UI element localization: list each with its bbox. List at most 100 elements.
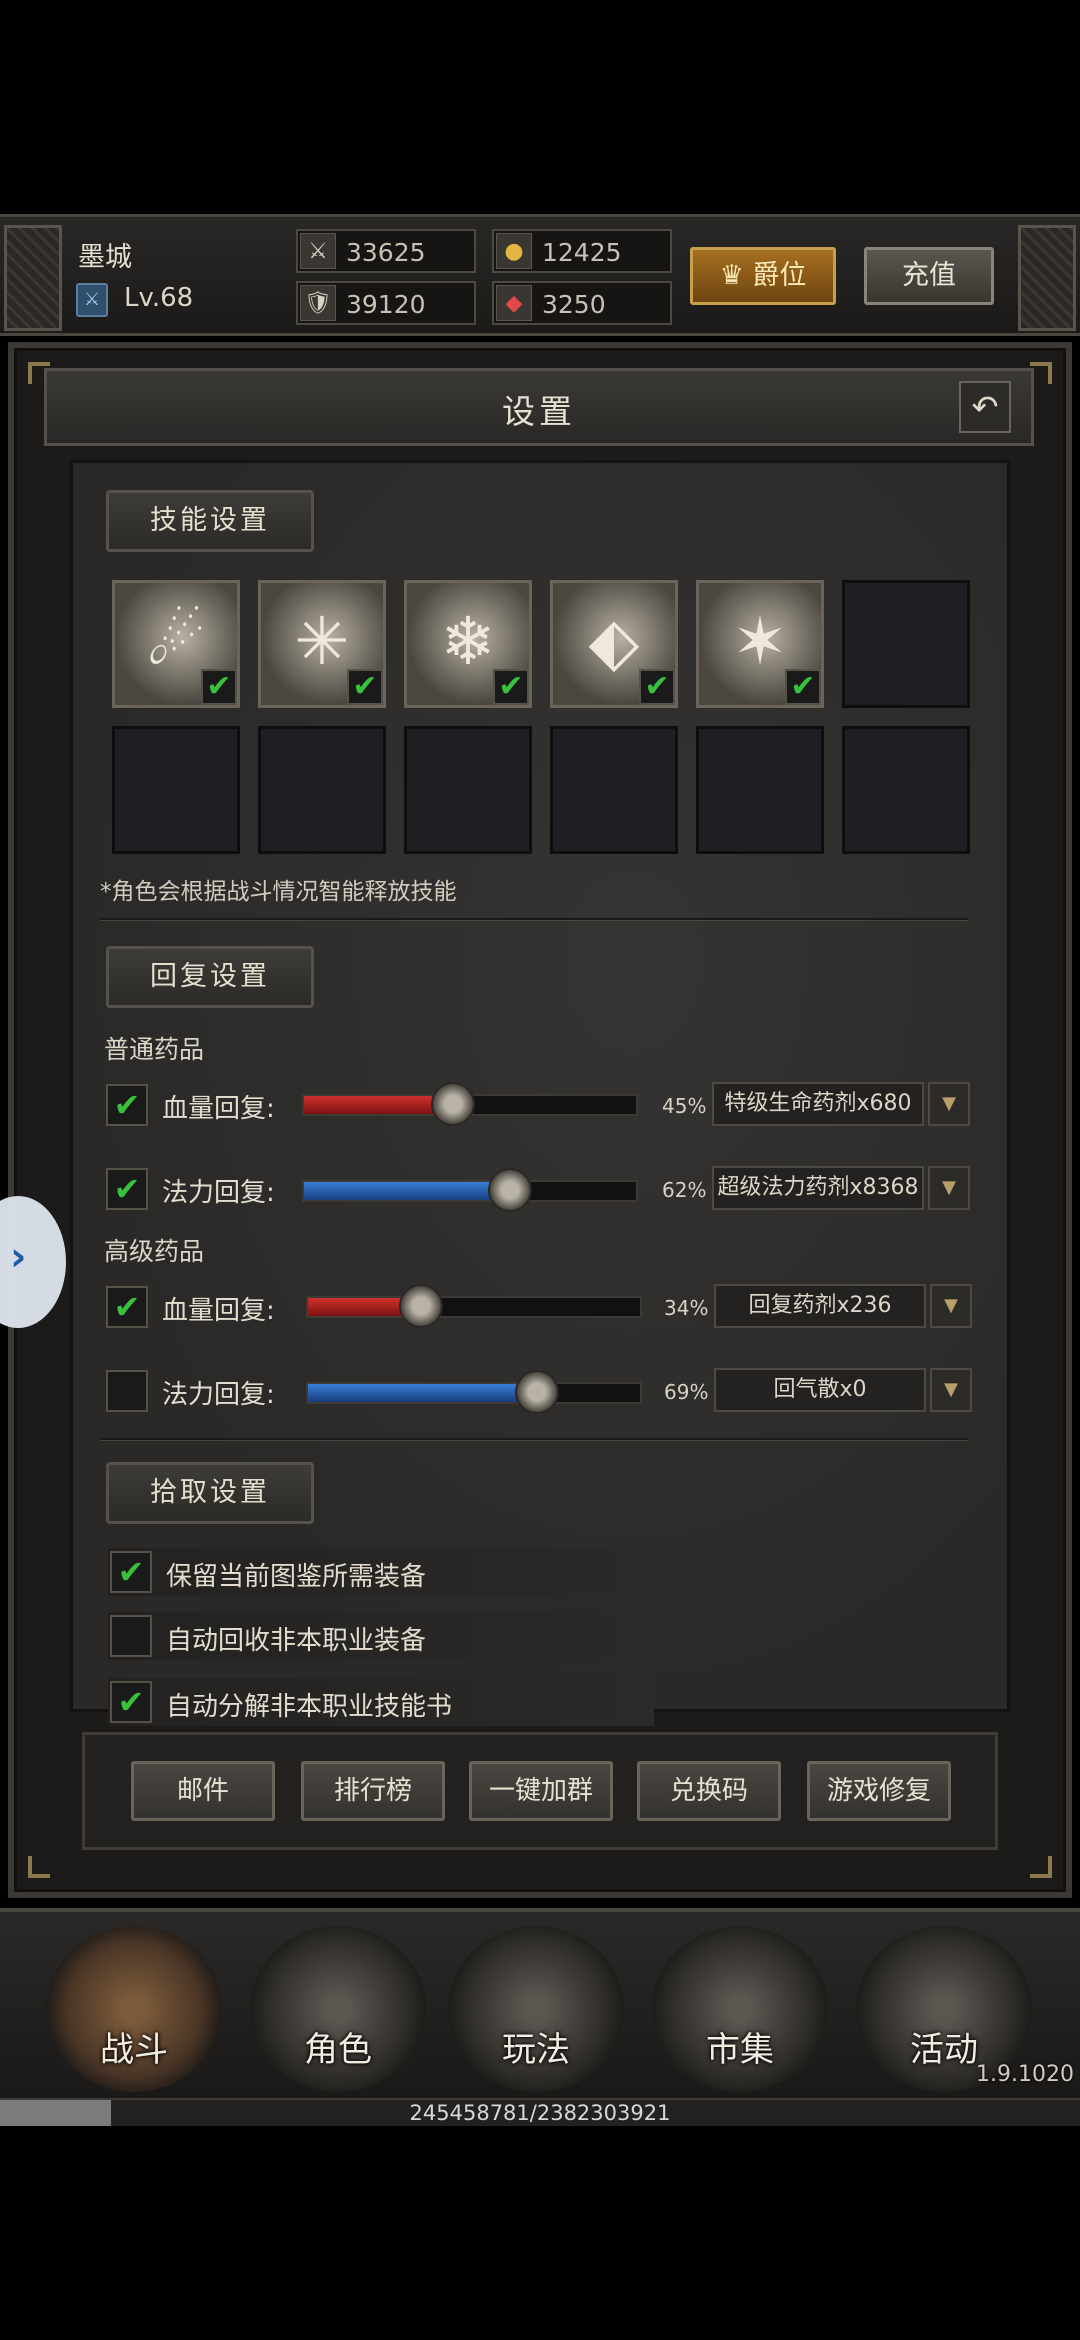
pickup-option-3[interactable]: ✔ 自动分解非本职业技能书 [108,1678,654,1726]
hp-normal-checkbox[interactable]: ✔ [106,1084,148,1126]
mp-normal-slider[interactable] [302,1168,638,1212]
mp-advanced-potion-select[interactable]: 回气散x0 [714,1368,926,1412]
game-repair-button[interactable]: 游戏修复 [807,1761,951,1821]
hp-advanced-percent: 34% [664,1296,709,1320]
leaderboard-button[interactable]: 排行榜 [301,1761,445,1821]
swords-icon: ⚔ [300,233,336,269]
chevron-right-icon: › [10,1234,27,1280]
gem-value: 3250 [542,290,606,319]
armor-icon: 🛡 [300,285,336,321]
back-button[interactable]: ↶ [959,381,1011,433]
nav-market[interactable]: 市集 [652,1926,828,2092]
skill-slot-7[interactable] [112,726,240,854]
pickup-option-3-checkbox[interactable]: ✔ [110,1681,152,1723]
mail-button[interactable]: 邮件 [131,1761,275,1821]
mp-advanced-knob[interactable] [515,1370,560,1414]
pickup-option-2-checkbox[interactable]: ✔ [110,1615,152,1657]
chevron-down-icon[interactable]: ▼ [930,1368,972,1412]
skill-slot-10[interactable] [550,726,678,854]
skill-slot-2-checkbox[interactable]: ✔ [347,669,383,705]
mp-normal-percent: 62% [662,1178,707,1202]
nav-character-label: 角色 [304,2030,372,2070]
skill-slot-12[interactable] [842,726,970,854]
mp-normal-potion-select[interactable]: 超级法力药剂x8368 [712,1166,924,1210]
skill-slot-1[interactable]: ☄ ✔ [112,580,240,708]
pickup-option-1[interactable]: ✔ 保留当前图鉴所需装备 [108,1548,654,1596]
pickup-option-1-checkbox[interactable]: ✔ [110,1551,152,1593]
panel-corner [28,1856,50,1878]
mp-advanced-checkbox[interactable]: ✔ [106,1370,148,1412]
hp-normal-potion-select[interactable]: 特级生命药剂x680 [712,1082,924,1126]
skill-settings-header: 技能设置 [106,490,314,552]
pickup-option-3-label: 自动分解非本职业技能书 [166,1692,453,1722]
hp-normal-percent: 45% [662,1094,707,1118]
experience-bar: 245458781/2382303921 [0,2098,1080,2126]
settings-action-bar: 邮件 排行榜 一键加群 兑换码 游戏修复 [82,1732,998,1850]
gem-icon: ◆ [496,285,532,321]
section-divider [100,918,968,921]
hp-normal-slider[interactable] [302,1082,638,1126]
gold-coin-icon: ● [496,233,532,269]
skill-slot-5[interactable]: ✶ ✔ [696,580,824,708]
chevron-down-icon[interactable]: ▼ [928,1166,970,1210]
hp-advanced-potion-select[interactable]: 回复药剂x236 [714,1284,926,1328]
advanced-potions-title: 高级药品 [104,1237,205,1266]
skill-slot-3[interactable]: ❄ ✔ [404,580,532,708]
version-label: 1.9.1020 [976,2062,1074,2087]
redeem-code-button[interactable]: 兑换码 [637,1761,781,1821]
pickup-option-1-label: 保留当前图鉴所需装备 [166,1562,427,1592]
normal-potions-title: 普通药品 [104,1035,205,1064]
nav-battle[interactable]: 战斗 [46,1926,222,2092]
skill-slot-3-checkbox[interactable]: ✔ [493,669,529,705]
skill-slot-6[interactable] [842,580,970,708]
settings-title: 设置 [502,392,576,431]
nav-gameplay[interactable]: 玩法 [448,1926,624,2092]
skill-slot-11[interactable] [696,726,824,854]
mp-normal-checkbox[interactable]: ✔ [106,1168,148,1210]
skill-slot-4-checkbox[interactable]: ✔ [639,669,675,705]
mp-advanced-percent: 69% [664,1380,709,1404]
attack-stat: ⚔ 33625 [296,229,476,273]
skill-slot-8[interactable] [258,726,386,854]
skill-slot-2[interactable]: ✳ ✔ [258,580,386,708]
chevron-down-icon[interactable]: ▼ [930,1284,972,1328]
hp-advanced-checkbox[interactable]: ✔ [106,1286,148,1328]
mp-advanced-slider[interactable] [306,1370,642,1414]
rank-button[interactable]: ♛ 爵位 [690,247,836,305]
left-ornament [4,225,62,331]
experience-text: 245458781/2382303921 [409,2101,671,2125]
chevron-down-icon[interactable]: ▼ [928,1082,970,1126]
bottom-nav: 战斗 角色 玩法 市集 活动 1.9.1020 [0,1908,1080,2098]
rank-label: 爵位 [752,260,807,291]
right-ornament [1018,225,1076,331]
class-badge-icon: ⚔ [76,283,108,317]
skill-note: *角色会根据战斗情况智能释放技能 [100,879,457,905]
gold-stat[interactable]: ● 12425 [492,229,672,273]
hp-normal-label: 血量回复: [162,1094,275,1124]
hp-advanced-label: 血量回复: [162,1296,275,1326]
join-group-button[interactable]: 一键加群 [469,1761,613,1821]
gem-stat[interactable]: ◆ 3250 [492,281,672,325]
mp-advanced-label: 法力回复: [162,1380,275,1410]
pickup-option-2[interactable]: ✔ 自动回收非本职业装备 [108,1612,654,1660]
skill-slot-9[interactable] [404,726,532,854]
section-divider [100,1438,968,1441]
mp-normal-fill [304,1182,510,1200]
player-name: 墨城 [78,242,132,273]
panel-corner [1030,1856,1052,1878]
top-resource-bar: 墨城 ⚔ Lv.68 ⚔ 33625 🛡 39120 ● 12425 ◆ 325… [0,214,1080,336]
skill-slot-4[interactable]: ⬖ ✔ [550,580,678,708]
recharge-button[interactable]: 充值 [864,247,994,305]
nav-character[interactable]: 角色 [250,1926,426,2092]
hp-advanced-slider[interactable] [306,1284,642,1328]
pickup-settings-header: 拾取设置 [106,1462,314,1524]
back-arrow-icon: ↶ [971,388,999,426]
settings-title-bar: 设置 ↶ [44,368,1034,446]
defense-stat: 🛡 39120 [296,281,476,325]
mp-normal-knob[interactable] [487,1168,532,1212]
mp-advanced-fill [308,1384,538,1402]
crown-icon: ♛ [719,260,753,291]
skill-slot-5-checkbox[interactable]: ✔ [785,669,821,705]
skill-slot-1-checkbox[interactable]: ✔ [201,669,237,705]
hp-advanced-knob[interactable] [398,1284,443,1328]
